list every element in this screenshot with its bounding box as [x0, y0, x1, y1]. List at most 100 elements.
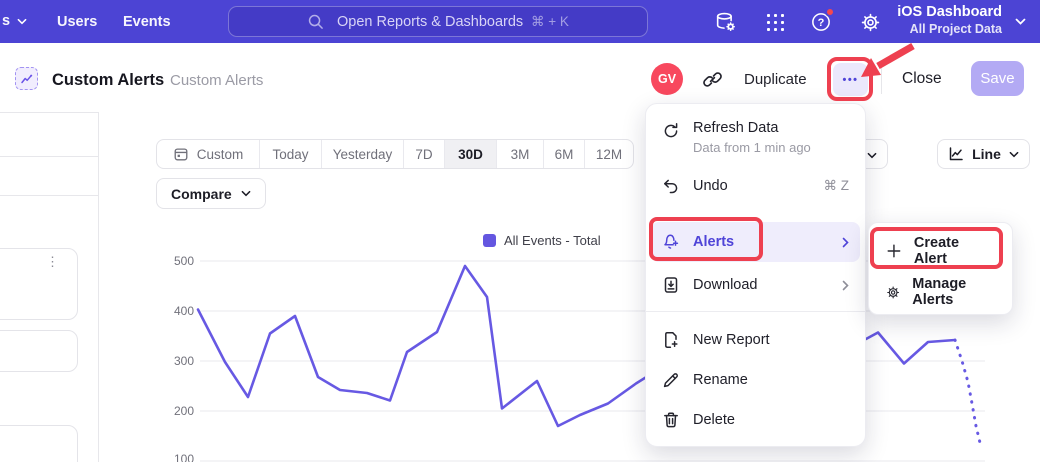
- legend-label: All Events - Total: [504, 233, 601, 248]
- share-link-button[interactable]: [702, 69, 723, 90]
- chevron-down-icon: [17, 18, 27, 25]
- left-panel-row-divider: [0, 112, 98, 113]
- project-name: iOS Dashboard: [897, 4, 1002, 20]
- range-12m[interactable]: 12M: [584, 140, 633, 168]
- y-axis-tick: 500: [158, 254, 194, 268]
- mini-line-chart-icon: [20, 72, 34, 86]
- more-button[interactable]: •••: [833, 63, 868, 96]
- menu-item-undo[interactable]: Undo ⌘ Z: [651, 167, 860, 205]
- range-30d-selected[interactable]: 30D: [444, 140, 496, 168]
- submenu-item-create-alert[interactable]: Create Alert: [874, 232, 1007, 270]
- compare-label: Compare: [171, 186, 232, 202]
- search-shortcut: ⌘ + K: [531, 14, 569, 30]
- avatar[interactable]: GV: [651, 63, 683, 95]
- range-custom[interactable]: Custom: [157, 140, 259, 168]
- range-label: 3M: [511, 147, 530, 162]
- chart-type-label: Line: [972, 146, 1001, 162]
- menu-item-download[interactable]: Download: [651, 266, 860, 304]
- range-label: 7D: [415, 147, 432, 162]
- link-icon: [702, 69, 723, 90]
- context-menu: Refresh Data Data from 1 min ago Undo ⌘ …: [645, 103, 866, 447]
- y-axis-tick: 400: [158, 304, 194, 318]
- kebab-icon[interactable]: ⋮: [46, 259, 59, 265]
- header-divider: [881, 64, 882, 94]
- line-chart-icon: [948, 146, 964, 162]
- menu-item-shortcut: ⌘ Z: [824, 178, 850, 194]
- panel-card[interactable]: [0, 330, 78, 372]
- nav-item-boards-cutoff[interactable]: s: [2, 13, 27, 29]
- new-report-icon: [662, 331, 680, 349]
- download-icon: [662, 276, 680, 294]
- menu-item-delete[interactable]: Delete: [651, 401, 860, 439]
- menu-item-label: Download: [693, 277, 758, 293]
- menu-item-new-report[interactable]: New Report: [651, 321, 860, 359]
- range-label: 6M: [555, 147, 574, 162]
- range-3m[interactable]: 3M: [496, 140, 543, 168]
- menu-item-refresh-data[interactable]: Refresh Data Data from 1 min ago: [651, 113, 860, 165]
- breadcrumb[interactable]: Custom Alerts: [170, 72, 263, 89]
- nav-item-events[interactable]: Events: [123, 14, 171, 30]
- help-button[interactable]: ?: [808, 9, 834, 35]
- apps-grid-button[interactable]: [762, 9, 788, 35]
- chevron-down-icon: [1015, 18, 1026, 25]
- gear-icon: [860, 12, 881, 33]
- range-yesterday[interactable]: Yesterday: [321, 140, 403, 168]
- search-input[interactable]: Open Reports & Dashboards ⌘ + K: [228, 6, 648, 37]
- range-label: 12M: [596, 147, 622, 162]
- range-label: Yesterday: [333, 147, 393, 162]
- calendar-icon: [173, 146, 189, 162]
- topbar: s Users Events Open Reports & Dashboards…: [0, 0, 1040, 43]
- save-button[interactable]: Save: [971, 61, 1024, 96]
- y-axis-tick: 100: [158, 452, 194, 462]
- panel-card[interactable]: ⋮: [0, 248, 78, 320]
- grid-icon: [766, 13, 785, 32]
- menu-divider: [646, 311, 865, 312]
- submenu-item-manage-alerts[interactable]: Manage Alerts: [874, 273, 1007, 311]
- compare-button[interactable]: Compare: [156, 178, 266, 209]
- range-label: Custom: [197, 147, 244, 162]
- project-scope: All Project Data: [897, 22, 1002, 36]
- chevron-right-icon: [842, 280, 849, 291]
- duplicate-button[interactable]: Duplicate: [744, 71, 807, 88]
- menu-item-rename[interactable]: Rename: [651, 361, 860, 399]
- close-button[interactable]: Close: [902, 70, 942, 88]
- report-type-icon: [15, 67, 38, 90]
- pencil-icon: [662, 371, 680, 389]
- svg-text:?: ?: [818, 17, 825, 29]
- range-6m[interactable]: 6M: [543, 140, 584, 168]
- range-label: 30D: [458, 147, 483, 162]
- legend-swatch: [483, 234, 496, 247]
- project-selector[interactable]: iOS Dashboard All Project Data: [897, 4, 1002, 36]
- alerts-submenu: Create Alert Manage Alerts: [868, 222, 1013, 315]
- panel-card[interactable]: [0, 425, 78, 462]
- data-management-button[interactable]: [712, 9, 738, 35]
- left-panel-row-divider: [0, 195, 98, 196]
- menu-item-label: Rename: [693, 372, 748, 388]
- app-window: 500 400 300 200 100 All Events - Total ⋮…: [0, 0, 1040, 462]
- refresh-icon: [662, 122, 680, 140]
- submenu-item-label: Create Alert: [914, 235, 995, 267]
- page-title: Custom Alerts: [52, 71, 164, 90]
- notification-dot: [825, 7, 835, 17]
- nav-item-users[interactable]: Users: [57, 14, 97, 30]
- y-axis-tick: 200: [158, 404, 194, 418]
- menu-item-label: New Report: [693, 332, 770, 348]
- left-panel-divider: [98, 112, 99, 462]
- y-axis-tick: 300: [158, 354, 194, 368]
- range-7d[interactable]: 7D: [403, 140, 444, 168]
- menu-item-alerts[interactable]: Alerts: [651, 222, 860, 262]
- chart-legend: All Events - Total: [483, 233, 601, 248]
- search-placeholder: Open Reports & Dashboards: [337, 14, 523, 30]
- date-range-control: Custom Today Yesterday 7D 30D 3M 6M 12M: [156, 139, 634, 169]
- range-today[interactable]: Today: [259, 140, 321, 168]
- gear-icon: [886, 284, 900, 301]
- left-panel-row-divider: [0, 156, 98, 157]
- settings-button[interactable]: [857, 9, 883, 35]
- undo-icon: [662, 177, 680, 195]
- chart-type-button[interactable]: Line: [937, 139, 1030, 169]
- database-gear-icon: [714, 11, 736, 33]
- menu-item-label: Undo: [693, 178, 728, 194]
- chevron-down-icon: [241, 190, 251, 197]
- plus-icon: [886, 243, 902, 259]
- chevron-right-icon: [842, 237, 849, 248]
